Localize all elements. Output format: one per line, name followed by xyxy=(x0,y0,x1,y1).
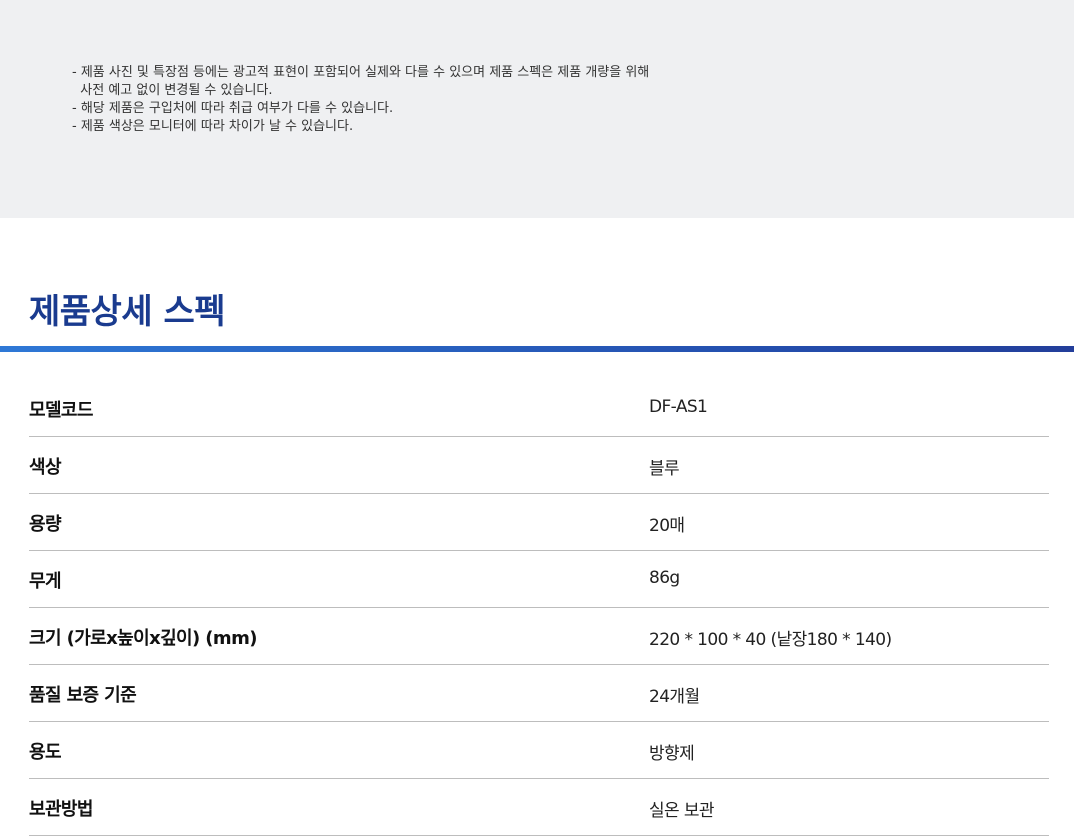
spec-row-warranty: 품질 보증 기준 24개월 xyxy=(29,665,1049,722)
spec-label: 보관방법 xyxy=(29,799,93,820)
spec-label: 크기 (가로x높이x깊이) (mm) xyxy=(29,628,257,649)
spec-value: DF-AS1 xyxy=(649,397,708,417)
spec-row-capacity: 용량 20매 xyxy=(29,494,1049,551)
spec-label: 용도 xyxy=(29,742,62,763)
spec-label: 색상 xyxy=(29,457,62,478)
spec-value: 블루 xyxy=(649,459,680,479)
spec-row-usage: 용도 방향제 xyxy=(29,722,1049,779)
spec-value: 24개월 xyxy=(649,687,700,707)
notice-line: - 해당 제품은 구입처에 따라 취급 여부가 다를 수 있습니다. xyxy=(72,101,394,116)
spec-label: 모델코드 xyxy=(29,400,93,421)
spec-row-color: 색상 블루 xyxy=(29,437,1049,494)
spec-row-size: 크기 (가로x높이x깊이) (mm) 220 * 100 * 40 (낱장180… xyxy=(29,608,1049,665)
notice-line: - 제품 사진 및 특장점 등에는 광고적 표현이 포함되어 실제와 다를 수 … xyxy=(72,65,650,80)
spec-value: 220 * 100 * 40 (낱장180 * 140) xyxy=(649,630,892,650)
spec-label: 품질 보증 기준 xyxy=(29,685,137,706)
section-title: 제품상세 스펙 xyxy=(29,292,226,332)
spec-row-storage: 보관방법 실온 보관 xyxy=(29,779,1049,836)
spec-label: 무게 xyxy=(29,571,62,592)
spec-value: 방향제 xyxy=(649,744,695,764)
spec-label: 용량 xyxy=(29,514,62,535)
spec-row-weight: 무게 86g xyxy=(29,551,1049,608)
title-divider xyxy=(0,346,1074,352)
notice-line: 사전 예고 없이 변경될 수 있습니다. xyxy=(72,83,273,98)
spec-row-model-code: 모델코드 DF-AS1 xyxy=(29,380,1049,437)
spec-value: 86g xyxy=(649,568,680,588)
notice-list: - 제품 사진 및 특장점 등에는 광고적 표현이 포함되어 실제와 다를 수 … xyxy=(72,64,649,136)
spec-value: 20매 xyxy=(649,516,685,536)
spec-table: 모델코드 DF-AS1 색상 블루 용량 20매 무게 86g 크기 (가로x높… xyxy=(29,380,1049,836)
notice-box: - 제품 사진 및 특장점 등에는 광고적 표현이 포함되어 실제와 다를 수 … xyxy=(0,0,1074,218)
notice-line: - 제품 색상은 모니터에 따라 차이가 날 수 있습니다. xyxy=(72,119,354,134)
spec-value: 실온 보관 xyxy=(649,801,715,821)
